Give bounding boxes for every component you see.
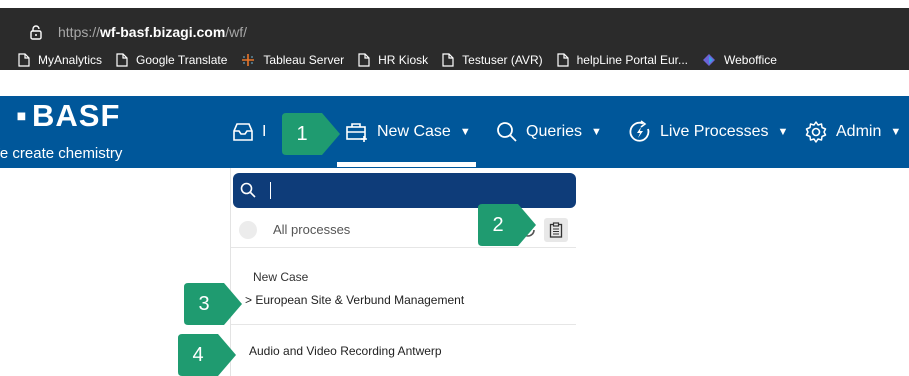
nav-admin-label: Admin [836, 123, 882, 140]
url-path: /wf/ [225, 24, 248, 40]
site-info-icon[interactable] [28, 24, 44, 40]
text-cursor [270, 182, 271, 199]
bookmark-label: Google Translate [136, 53, 228, 67]
page-icon [18, 53, 30, 67]
page-icon [358, 53, 370, 67]
divider [231, 324, 576, 325]
bookmark-weboffice[interactable]: Weboffice [702, 53, 777, 67]
bookmark-label: MyAnalytics [38, 53, 103, 67]
caret-down-icon: ▼ [459, 126, 471, 138]
caret-down-icon: ▼ [591, 126, 602, 138]
nav-new-case[interactable]: New Case ▼ [345, 96, 471, 168]
callout-marker-4: 4 [178, 334, 236, 376]
live-processes-icon [629, 120, 650, 142]
nav-queries-label: Queries [526, 123, 583, 140]
new-case-dropdown: All processes New Case > European Site &… [230, 168, 576, 376]
search-icon [240, 182, 256, 198]
callout-marker-2: 2 [478, 204, 536, 246]
url-text[interactable]: https://wf-basf.bizagi.com/wf/ [58, 24, 247, 40]
nav-live-processes[interactable]: Live Processes ▼ [628, 96, 788, 168]
bookmark-myanalytics[interactable]: MyAnalytics [18, 53, 102, 67]
address-bar[interactable]: https://wf-basf.bizagi.com/wf/ [0, 20, 247, 44]
weboffice-icon [703, 54, 716, 66]
marker-number: 1 [296, 123, 308, 145]
active-tab-indicator [337, 162, 476, 167]
url-scheme: https:// [58, 24, 101, 40]
marker-number: 3 [198, 293, 210, 315]
callout-marker-1: 1 [282, 113, 340, 155]
bookmark-testuser[interactable]: Testuser (AVR) [442, 53, 543, 67]
bookmark-label: Testuser (AVR) [462, 53, 543, 67]
browser-top-strip [0, 0, 909, 8]
caret-down-icon: ▼ [777, 126, 789, 138]
bookmark-label: HR Kiosk [378, 53, 429, 67]
section-title-new-case: New Case [253, 270, 309, 284]
process-item[interactable]: Audio and Video Recording Antwerp [249, 344, 442, 358]
bookmark-helpline-portal[interactable]: helpLine Portal Eur... [557, 53, 688, 67]
nav-live-processes-label: Live Processes [660, 123, 769, 140]
marker-number: 4 [192, 344, 204, 366]
nav-queries[interactable]: Queries ▼ [496, 96, 602, 168]
marker-number: 2 [492, 214, 504, 236]
bookmarks-bar: MyAnalytics Google Translate Tableau Ser… [0, 48, 909, 72]
bookmark-google-translate[interactable]: Google Translate [116, 53, 227, 67]
bookmark-tableau-server[interactable]: Tableau Server [241, 53, 344, 67]
back-icon[interactable] [239, 221, 257, 239]
all-processes-label[interactable]: All processes [273, 222, 350, 237]
process-item[interactable]: > European Site & Verbund Management [245, 293, 464, 307]
clipboard-icon [549, 222, 563, 238]
tableau-icon [242, 54, 255, 66]
gear-icon [805, 121, 827, 143]
nav-inbox-label: I [262, 123, 267, 140]
search-icon [497, 122, 517, 142]
bookmark-label: Tableau Server [263, 53, 345, 67]
inbox-icon [233, 123, 253, 141]
page-icon [116, 53, 128, 67]
callout-marker-3: 3 [184, 283, 242, 325]
basf-logo[interactable]: ▪ BASF [16, 98, 120, 134]
bookmark-label: Weboffice [724, 53, 777, 67]
caret-down-icon: ▼ [890, 126, 902, 138]
bookmark-hr-kiosk[interactable]: HR Kiosk [358, 53, 428, 67]
new-case-icon [346, 123, 367, 142]
brand-tagline: We create chemistry [0, 145, 123, 162]
app-navbar: ▪BASF We create chemistry I New Case ▼ [0, 96, 909, 168]
nav-admin[interactable]: Admin ▼ [804, 96, 901, 168]
process-search-input[interactable] [261, 178, 561, 202]
browser-toolbar: https://wf-basf.bizagi.com/wf/ MyAnalyti… [0, 8, 909, 70]
screenshot-root: { "url": { "scheme": "https://", "host":… [0, 0, 909, 376]
url-host: wf-basf.bizagi.com [100, 24, 226, 40]
clipboard-button[interactable] [544, 218, 568, 242]
process-search-box[interactable] [233, 173, 576, 208]
brand-name: BASF [32, 98, 121, 133]
nav-inbox[interactable]: I [232, 96, 266, 168]
page-icon [442, 53, 454, 67]
page-icon [557, 53, 569, 67]
bookmark-label: helpLine Portal Eur... [576, 53, 689, 67]
nav-new-case-label: New Case [377, 123, 451, 140]
